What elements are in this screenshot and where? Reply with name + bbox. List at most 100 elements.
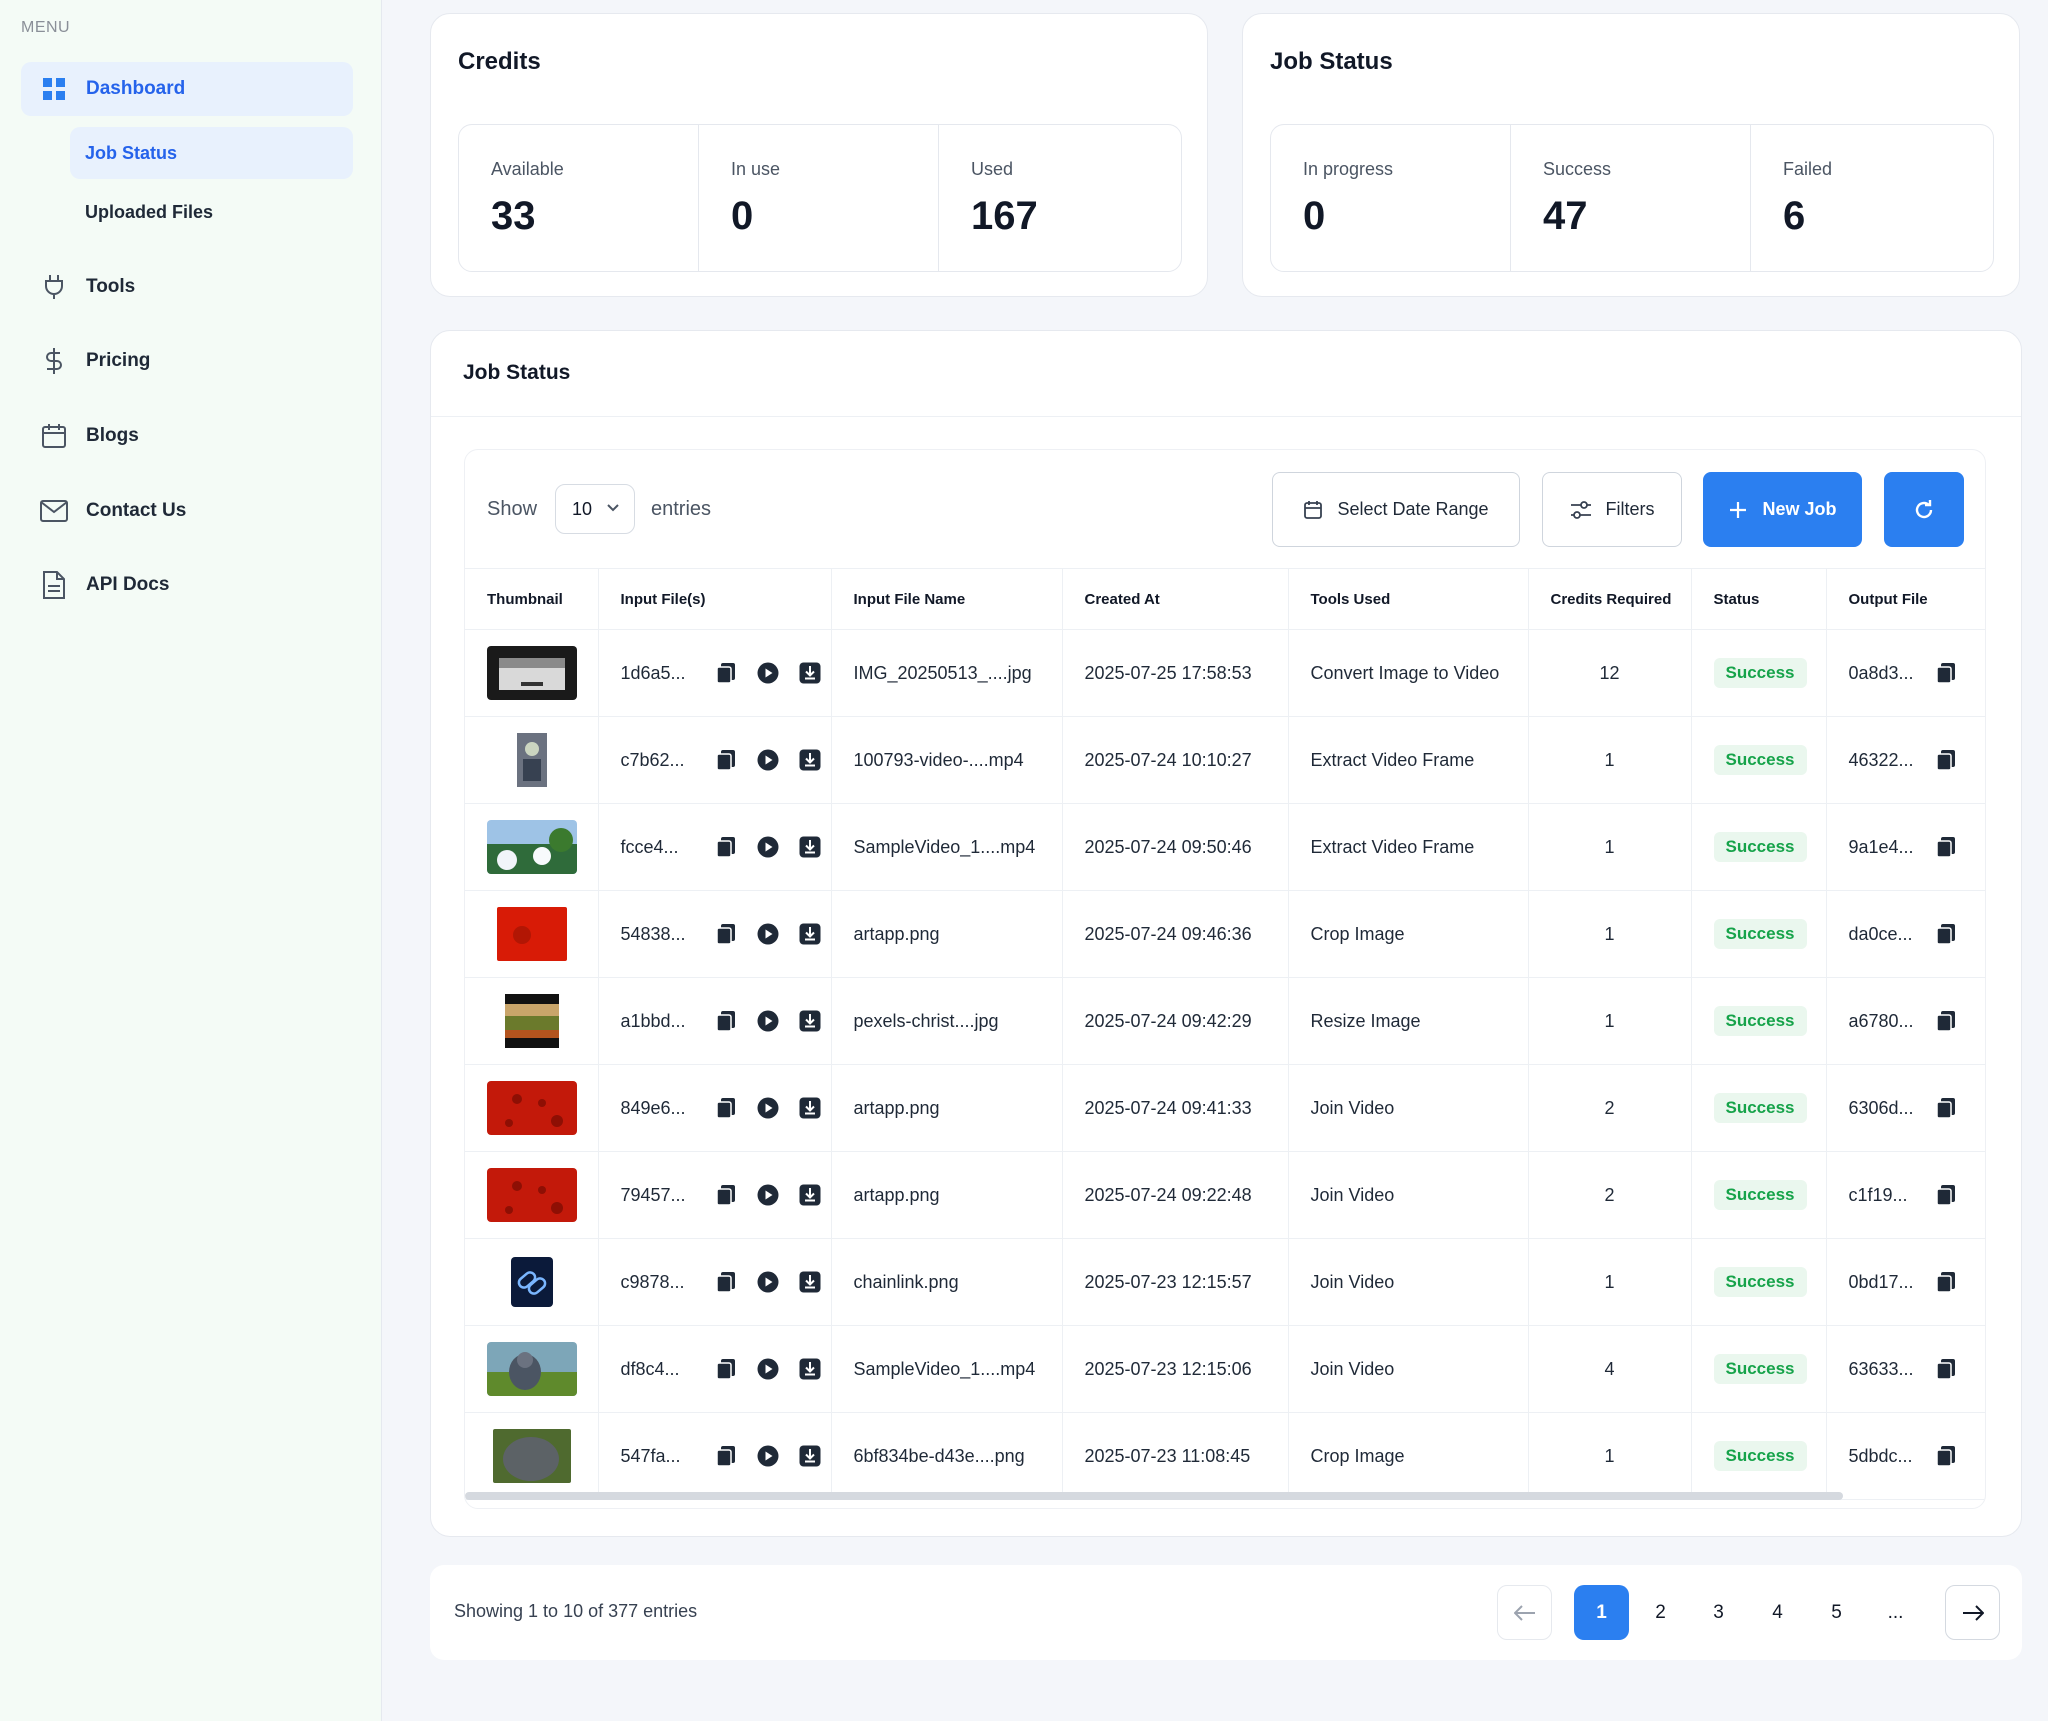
copy-icon[interactable] xyxy=(715,1010,737,1032)
thumbnail-image[interactable] xyxy=(487,1255,597,1309)
sidebar-item-label: Dashboard xyxy=(86,78,186,99)
copy-icon[interactable] xyxy=(1935,1358,1957,1380)
thumbnail-cell xyxy=(465,890,599,978)
column-header[interactable]: Credits Required xyxy=(1528,568,1692,630)
copy-icon[interactable] xyxy=(1935,1097,1957,1119)
page-button-3[interactable]: 3 xyxy=(1691,1585,1746,1640)
page-button-1[interactable]: 1 xyxy=(1574,1585,1629,1640)
sidebar-item-blogs[interactable]: Blogs xyxy=(21,409,353,463)
status-badge: Success xyxy=(1713,832,1807,862)
thumbnail-image[interactable] xyxy=(487,1429,597,1483)
credits-stats: Available 33 In use 0 Used 167 xyxy=(458,124,1182,272)
thumbnail-image[interactable] xyxy=(487,1342,597,1396)
thumbnail-cell xyxy=(465,1064,599,1152)
sidebar-item-tools[interactable]: Tools xyxy=(21,260,353,314)
output-file-id: 63633... xyxy=(1848,1358,1914,1379)
copy-icon[interactable] xyxy=(715,1184,737,1206)
sidebar-item-api-docs[interactable]: API Docs xyxy=(21,558,353,612)
sidebar-item-dashboard[interactable]: Dashboard xyxy=(21,62,353,116)
copy-icon[interactable] xyxy=(1935,662,1957,684)
credits-required: 1 xyxy=(1528,977,1692,1065)
entries-select[interactable]: 10 xyxy=(555,484,635,534)
column-header[interactable]: Tools Used xyxy=(1288,568,1529,630)
download-icon[interactable] xyxy=(799,662,821,684)
page-button-2[interactable]: 2 xyxy=(1633,1585,1688,1640)
thumbnail-image[interactable] xyxy=(487,1081,597,1135)
refresh-button[interactable] xyxy=(1884,472,1964,547)
download-icon[interactable] xyxy=(799,836,821,858)
download-icon[interactable] xyxy=(799,923,821,945)
sidebar-subitem-uploaded-files[interactable]: Uploaded Files xyxy=(70,186,353,238)
copy-icon[interactable] xyxy=(1935,749,1957,771)
filters-label: Filters xyxy=(1605,499,1655,519)
copy-icon[interactable] xyxy=(715,749,737,771)
thumbnail-image[interactable] xyxy=(487,1168,597,1222)
copy-icon[interactable] xyxy=(715,836,737,858)
download-icon[interactable] xyxy=(799,1097,821,1119)
table-row: df8c4... SampleVideo_1....mp4 2025-07-23 1… xyxy=(465,1325,1985,1413)
column-header[interactable]: Input File(s) xyxy=(598,568,832,630)
download-icon[interactable] xyxy=(799,1271,821,1293)
prev-page-button[interactable] xyxy=(1497,1585,1552,1640)
copy-icon[interactable] xyxy=(1935,1010,1957,1032)
tools-used: Join Video xyxy=(1288,1238,1529,1326)
copy-icon[interactable] xyxy=(1935,923,1957,945)
thumbnail-image[interactable] xyxy=(487,994,597,1048)
copy-icon[interactable] xyxy=(1935,1271,1957,1293)
play-icon[interactable] xyxy=(757,923,779,945)
play-icon[interactable] xyxy=(757,1097,779,1119)
input-file-name: artapp.png xyxy=(831,1151,1063,1239)
download-icon[interactable] xyxy=(799,749,821,771)
horizontal-scrollbar[interactable] xyxy=(465,1492,1843,1500)
sidebar-item-pricing[interactable]: Pricing xyxy=(21,334,353,388)
copy-icon[interactable] xyxy=(715,662,737,684)
page-button-5[interactable]: 5 xyxy=(1809,1585,1864,1640)
thumbnail-image[interactable] xyxy=(487,820,597,874)
created-at: 2025-07-24 09:50:46 xyxy=(1062,803,1289,891)
status-badge: Success xyxy=(1713,658,1807,688)
sidebar-subitem-job-status[interactable]: Job Status xyxy=(70,127,353,179)
filters-button[interactable]: Filters xyxy=(1542,472,1682,547)
copy-icon[interactable] xyxy=(715,1358,737,1380)
page-button-4[interactable]: 4 xyxy=(1750,1585,1805,1640)
play-icon[interactable] xyxy=(757,836,779,858)
play-icon[interactable] xyxy=(757,1010,779,1032)
thumbnail-image[interactable] xyxy=(487,907,597,961)
thumbnail-image[interactable] xyxy=(487,646,597,700)
sidebar-subitem-label: Uploaded Files xyxy=(85,201,214,222)
play-icon[interactable] xyxy=(757,662,779,684)
copy-icon[interactable] xyxy=(715,1271,737,1293)
download-icon[interactable] xyxy=(799,1358,821,1380)
column-header[interactable]: Input File Name xyxy=(831,568,1063,630)
play-icon[interactable] xyxy=(757,1184,779,1206)
table-row: fcce4... SampleVideo_1....mp4 2025-07-24 0… xyxy=(465,803,1985,891)
play-icon[interactable] xyxy=(757,1445,779,1467)
column-header[interactable]: Status xyxy=(1691,568,1827,630)
date-range-button[interactable]: Select Date Range xyxy=(1272,472,1520,547)
output-file-cell: 0a8d3... xyxy=(1826,629,1985,717)
output-file-cell: 6306d... xyxy=(1826,1064,1985,1152)
download-icon[interactable] xyxy=(799,1184,821,1206)
thumbnail-image[interactable] xyxy=(487,733,597,787)
stat-value: 0 xyxy=(1303,194,1326,238)
download-icon[interactable] xyxy=(799,1445,821,1467)
play-icon[interactable] xyxy=(757,1271,779,1293)
copy-icon[interactable] xyxy=(715,923,737,945)
credits-required: 1 xyxy=(1528,803,1692,891)
column-header[interactable]: Created At xyxy=(1062,568,1289,630)
download-icon[interactable] xyxy=(799,1010,821,1032)
play-icon[interactable] xyxy=(757,1358,779,1380)
copy-icon[interactable] xyxy=(1935,836,1957,858)
table-header-row: Thumbnail Input File(s) Input File Name … xyxy=(465,568,1985,630)
copy-icon[interactable] xyxy=(1935,1184,1957,1206)
copy-icon[interactable] xyxy=(715,1097,737,1119)
next-page-button[interactable] xyxy=(1945,1585,2000,1640)
copy-icon[interactable] xyxy=(1935,1445,1957,1467)
stat-value: 0 xyxy=(731,194,754,238)
column-header[interactable]: Output File xyxy=(1826,568,1985,630)
copy-icon[interactable] xyxy=(715,1445,737,1467)
sidebar-item-contact-us[interactable]: Contact Us xyxy=(21,484,353,538)
new-job-button[interactable]: New Job xyxy=(1703,472,1862,547)
column-header[interactable]: Thumbnail xyxy=(465,568,599,630)
play-icon[interactable] xyxy=(757,749,779,771)
